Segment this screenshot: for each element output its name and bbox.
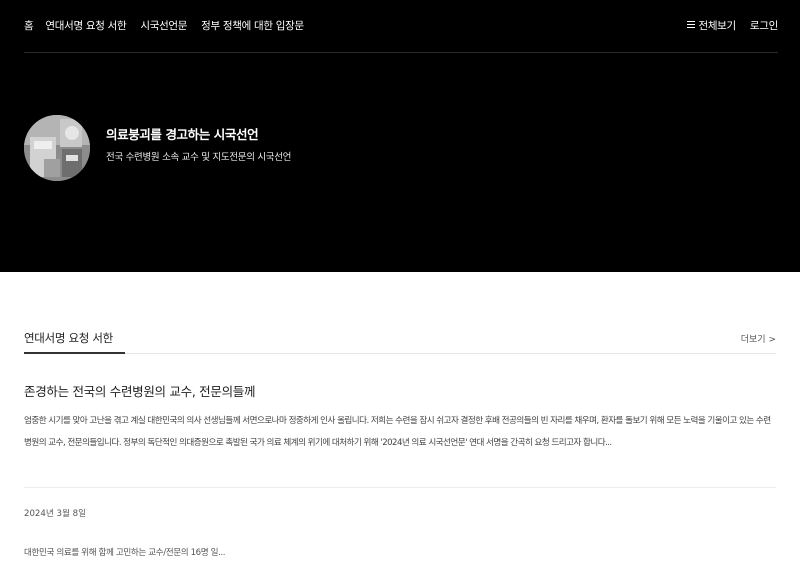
post-excerpt: 엄중한 시기를 맞아 고난을 겪고 계실 대한민국의 의사 선생님들께 서면으로… [24, 416, 771, 448]
section-title-underline [24, 352, 125, 354]
hero-divider [24, 52, 778, 53]
profile-avatar [24, 115, 90, 181]
post-title[interactable]: 존경하는 전국의 수련병원의 교수, 전문의들께 [24, 381, 255, 400]
hero-subtitle: 전국 수련병원 소속 교수 및 지도전문의 시국선언 [106, 152, 292, 163]
nav-policy-statement-link[interactable]: 정부 정책에 대한 입장문 [201, 18, 304, 33]
view-all-menu-button[interactable]: 전체보기 [687, 18, 736, 33]
nav-right-group: 전체보기 로그인 [687, 18, 778, 33]
nav-home-link[interactable]: 홈 [24, 18, 34, 33]
post-divider [24, 487, 776, 488]
nav-solidarity-letter-link[interactable]: 연대서명 요청 서한 [45, 18, 126, 33]
top-navigation: 홈 연대서명 요청 서한 시국선언문 정부 정책에 대한 입장문 전체보기 로그… [24, 17, 778, 33]
hero-title: 의료붕괴를 경고하는 시국선언 [106, 127, 259, 142]
post-date: 2024년 3월 8일 [24, 509, 86, 519]
login-link[interactable]: 로그인 [750, 18, 778, 33]
hero-banner: 홈 연대서명 요청 서한 시국선언문 정부 정책에 대한 입장문 전체보기 로그… [0, 0, 800, 272]
more-link[interactable]: 더보기 > [741, 332, 776, 345]
post-signature-summary: 대한민국 의료를 위해 함께 고민하는 교수/전문의 16명 일... [24, 548, 226, 558]
section-title: 연대서명 요청 서한 [24, 331, 113, 345]
hamburger-menu-icon [687, 21, 696, 29]
view-all-label: 전체보기 [698, 19, 736, 32]
section-header: 연대서명 요청 서한 더보기 > [24, 328, 776, 354]
avatar-photo-icon [24, 115, 90, 181]
nav-left-group: 홈 연대서명 요청 서한 시국선언문 정부 정책에 대한 입장문 [24, 18, 318, 33]
nav-declaration-link[interactable]: 시국선언문 [140, 18, 187, 33]
